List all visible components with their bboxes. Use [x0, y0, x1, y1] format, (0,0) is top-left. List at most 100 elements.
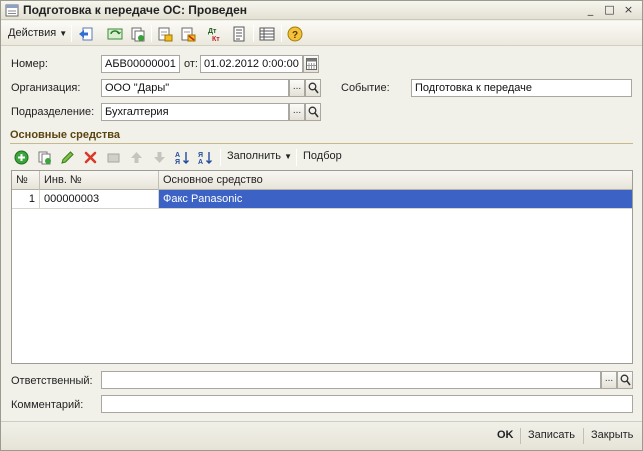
unpost-document-button[interactable] — [178, 24, 198, 43]
responsible-label: Ответственный: — [11, 375, 93, 387]
ok-button[interactable]: OK — [497, 429, 514, 441]
refresh-icon — [107, 28, 123, 40]
sort-ascending-icon: А Я — [175, 152, 189, 165]
footer-bar: OK Записать Закрыть — [1, 421, 642, 450]
section-divider — [10, 143, 633, 144]
unpost-document-icon — [181, 27, 196, 42]
magnifier-icon — [308, 106, 319, 118]
svg-text:?: ? — [292, 30, 298, 41]
organization-field[interactable]: ООО "Дары" — [101, 79, 289, 97]
end-edit-button — [105, 149, 123, 166]
date-label: от: — [184, 58, 198, 70]
responsible-field[interactable] — [101, 371, 601, 389]
save-button[interactable]: Записать — [528, 429, 575, 441]
column-header-number[interactable]: № — [12, 171, 40, 190]
dt-kt-button[interactable]: Дт Кт — [205, 24, 225, 43]
department-label: Подразделение: — [11, 106, 95, 118]
kt-text: Кт — [212, 36, 220, 42]
copy-button[interactable] — [128, 24, 148, 43]
department-select-button[interactable]: ... — [289, 103, 305, 121]
footer-separator — [583, 428, 584, 444]
responsible-open-button[interactable] — [617, 371, 633, 389]
minimize-button[interactable]: _ — [584, 4, 597, 16]
date-field[interactable]: 01.02.2012 0:00:00 — [200, 55, 303, 73]
add-icon — [14, 150, 29, 165]
number-field[interactable]: АБВ00000001 — [101, 55, 180, 73]
copy-icon — [131, 27, 145, 42]
go-back-icon — [79, 27, 93, 41]
close-window-button[interactable]: × — [622, 4, 635, 16]
add-row-button[interactable] — [13, 149, 31, 166]
sort-ascending-button[interactable]: А Я — [174, 149, 192, 166]
event-field[interactable]: Подготовка к передаче — [411, 79, 632, 97]
table-row[interactable]: 1 000000003 Факс Panasonic — [12, 190, 632, 209]
svg-text:Я: Я — [175, 159, 180, 165]
cell-asset[interactable]: Факс Panasonic — [159, 190, 632, 208]
dt-kt-icon: Дт Кт — [208, 28, 220, 42]
assets-section-title: Основные средства — [10, 129, 121, 141]
edit-row-button[interactable] — [59, 149, 77, 166]
comment-field[interactable] — [101, 395, 633, 413]
organization-open-button[interactable] — [305, 79, 321, 97]
structure-button[interactable] — [257, 24, 277, 43]
document-window: Подготовка к передаче ОС: Проведен _ □ ×… — [0, 0, 643, 451]
move-down-button — [151, 149, 169, 166]
post-document-button[interactable] — [155, 24, 175, 43]
title-bar[interactable]: Подготовка к передаче ОС: Проведен _ □ × — [1, 1, 642, 20]
end-edit-icon — [107, 153, 120, 163]
assets-table[interactable]: № Инв. № Основное средство 1 000000003 Ф… — [11, 170, 633, 364]
dropdown-arrow-icon: ▼ — [59, 29, 68, 38]
cell-number[interactable]: 1 — [12, 190, 40, 208]
copy-row-button[interactable] — [36, 149, 54, 166]
magnifier-icon — [308, 82, 319, 94]
main-toolbar: Действия ▼ Дт Кт ? — [1, 21, 642, 46]
fill-menu-button[interactable]: Заполнить ▼ — [227, 150, 292, 162]
dt-text: Дт — [208, 28, 217, 35]
svg-text:А: А — [198, 159, 203, 165]
maximize-button[interactable]: □ — [603, 4, 616, 16]
fill-menu-label: Заполнить — [227, 150, 282, 162]
post-document-icon — [158, 27, 173, 42]
refresh-button[interactable] — [105, 24, 125, 43]
toolbar-separator — [71, 25, 72, 42]
number-label: Номер: — [11, 58, 48, 70]
toolbar-separator — [253, 25, 254, 42]
help-button[interactable]: ? — [285, 24, 305, 43]
department-field[interactable]: Бухгалтерия — [101, 103, 289, 121]
organization-select-button[interactable]: ... — [289, 79, 305, 97]
document-icon — [5, 4, 19, 17]
pencil-icon — [61, 151, 74, 164]
toolbar-separator — [151, 25, 152, 42]
department-open-button[interactable] — [305, 103, 321, 121]
calendar-icon — [306, 58, 317, 70]
arrow-down-icon — [154, 152, 165, 163]
help-icon: ? — [287, 26, 303, 42]
toolbar-separator — [281, 25, 282, 42]
calendar-button[interactable] — [303, 55, 319, 73]
structure-icon — [259, 27, 275, 41]
arrow-up-icon — [131, 152, 142, 163]
responsible-select-button[interactable]: ... — [601, 371, 617, 389]
column-header-asset[interactable]: Основное средство — [159, 171, 632, 190]
sort-descending-icon: Я А — [198, 152, 212, 165]
dropdown-arrow-icon: ▼ — [284, 152, 292, 161]
comment-label: Комментарий: — [11, 399, 84, 411]
magnifier-icon — [620, 374, 631, 386]
copy-row-icon — [38, 151, 51, 165]
close-button[interactable]: Закрыть — [591, 429, 633, 441]
print-button[interactable] — [229, 24, 249, 43]
sort-descending-button[interactable]: Я А — [197, 149, 215, 166]
pick-button[interactable]: Подбор — [303, 150, 342, 162]
cell-inventory[interactable]: 000000003 — [40, 190, 159, 208]
actions-menu-button[interactable]: Действия ▼ — [4, 24, 71, 43]
delete-row-button[interactable] — [82, 149, 100, 166]
window-title: Подготовка к передаче ОС: Проведен — [23, 3, 248, 17]
svg-text:Я: Я — [198, 152, 203, 159]
grid-toolbar-separator — [296, 149, 297, 166]
delete-icon — [84, 151, 97, 164]
column-header-inventory[interactable]: Инв. № — [40, 171, 159, 190]
actions-menu-label: Действия — [8, 27, 57, 39]
table-header: № Инв. № Основное средство — [12, 171, 632, 190]
go-back-button[interactable] — [76, 24, 96, 43]
move-up-button — [128, 149, 146, 166]
